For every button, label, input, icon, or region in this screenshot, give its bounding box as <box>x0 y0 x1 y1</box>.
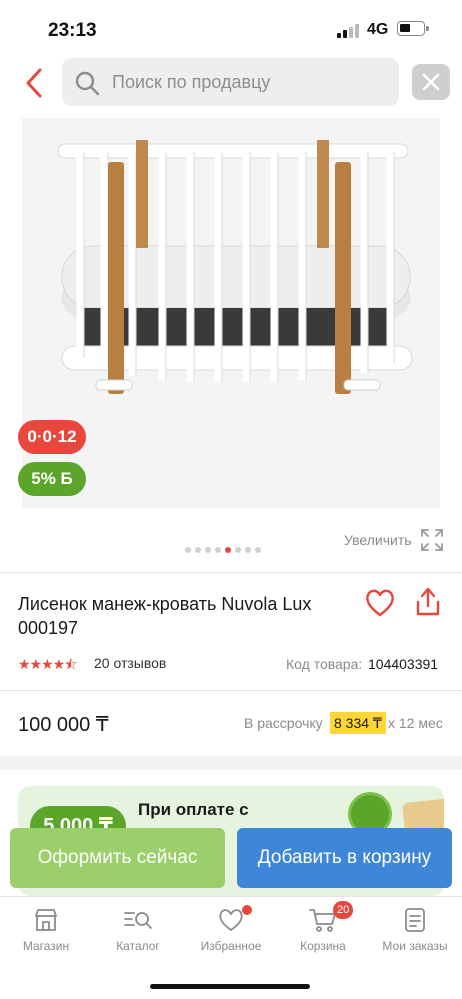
installment-label: В рассрочку <box>244 715 323 731</box>
price: 100 000 ₸ <box>18 714 109 736</box>
pagination-dot[interactable] <box>195 547 201 553</box>
tab-cart-label: Корзина <box>300 939 346 953</box>
product-code-value: 104403391 <box>368 656 439 672</box>
reviews-link[interactable]: 20 отзывов <box>94 655 166 671</box>
tab-cart[interactable]: 20 Корзина <box>278 901 368 963</box>
installment-amount: 8 334 ₸ <box>330 712 386 734</box>
product-title: Лисенок манеж-кровать Nuvola Lux 000197 <box>18 594 312 638</box>
back-button[interactable] <box>20 66 50 100</box>
search-icon <box>75 71 100 96</box>
installment-term: х 12 мес <box>388 715 443 731</box>
buy-now-button[interactable]: Оформить сейчас <box>10 828 225 888</box>
notification-dot <box>242 905 252 915</box>
heart-outline-icon <box>219 909 243 931</box>
share-icon <box>416 587 440 616</box>
heart-icon <box>366 589 394 617</box>
product-photo[interactable] <box>22 118 440 508</box>
pagination-dot[interactable] <box>215 547 221 553</box>
divider <box>0 572 462 573</box>
promo-text: При оплате с <box>138 800 249 819</box>
orders-icon <box>405 908 425 932</box>
signal-icon <box>337 24 361 38</box>
battery-icon <box>397 21 429 36</box>
section-separator <box>0 756 462 770</box>
pagination-dot-active[interactable] <box>225 547 231 553</box>
chevron-left-icon <box>26 68 42 98</box>
status-time: 23:13 <box>48 20 97 41</box>
tab-favorites-label: Избранное <box>200 939 262 953</box>
tab-shop-label: Магазин <box>22 939 70 953</box>
tab-favorites[interactable]: Избранное <box>186 905 276 963</box>
expand-icon[interactable] <box>420 528 444 552</box>
tab-catalog-label: Каталог <box>116 939 160 953</box>
catalog-search-icon <box>124 912 152 929</box>
rating-stars: ★★★★⯪ <box>18 656 77 672</box>
close-icon <box>422 73 440 91</box>
pagination-dot[interactable] <box>255 547 261 553</box>
installment-badge: 0·0·12 <box>18 420 86 454</box>
share-button[interactable] <box>414 586 442 618</box>
pagination-dot[interactable] <box>235 547 241 553</box>
pagination-dot[interactable] <box>185 547 191 553</box>
status-bar: 23:13 4G <box>0 0 462 56</box>
product-gallery[interactable]: 0·0·12 5% Б <box>0 118 462 528</box>
shop-icon <box>35 909 57 931</box>
tab-orders-label: Мои заказы <box>382 939 448 953</box>
home-indicator <box>150 984 310 989</box>
pagination-dot[interactable] <box>245 547 251 553</box>
close-button[interactable] <box>412 64 450 100</box>
product-code-label: Код товара: <box>286 656 363 672</box>
zoom-link[interactable]: Увеличить <box>344 532 412 548</box>
network-type: 4G <box>367 21 389 38</box>
gallery-pagination <box>185 547 265 555</box>
tab-shop[interactable]: Магазин <box>1 907 91 963</box>
cart-count-badge: 20 <box>333 901 354 919</box>
tab-orders[interactable]: Мои заказы <box>370 907 460 963</box>
crib-image <box>22 118 440 508</box>
search-input[interactable] <box>112 58 392 106</box>
favorite-button[interactable] <box>364 588 396 618</box>
divider <box>0 690 462 691</box>
search-field[interactable] <box>62 58 399 106</box>
bonus-badge: 5% Б <box>18 462 86 496</box>
add-to-cart-button[interactable]: Добавить в корзину <box>237 828 452 888</box>
tab-catalog[interactable]: Каталог <box>93 907 183 963</box>
pagination-dot[interactable] <box>205 547 211 553</box>
